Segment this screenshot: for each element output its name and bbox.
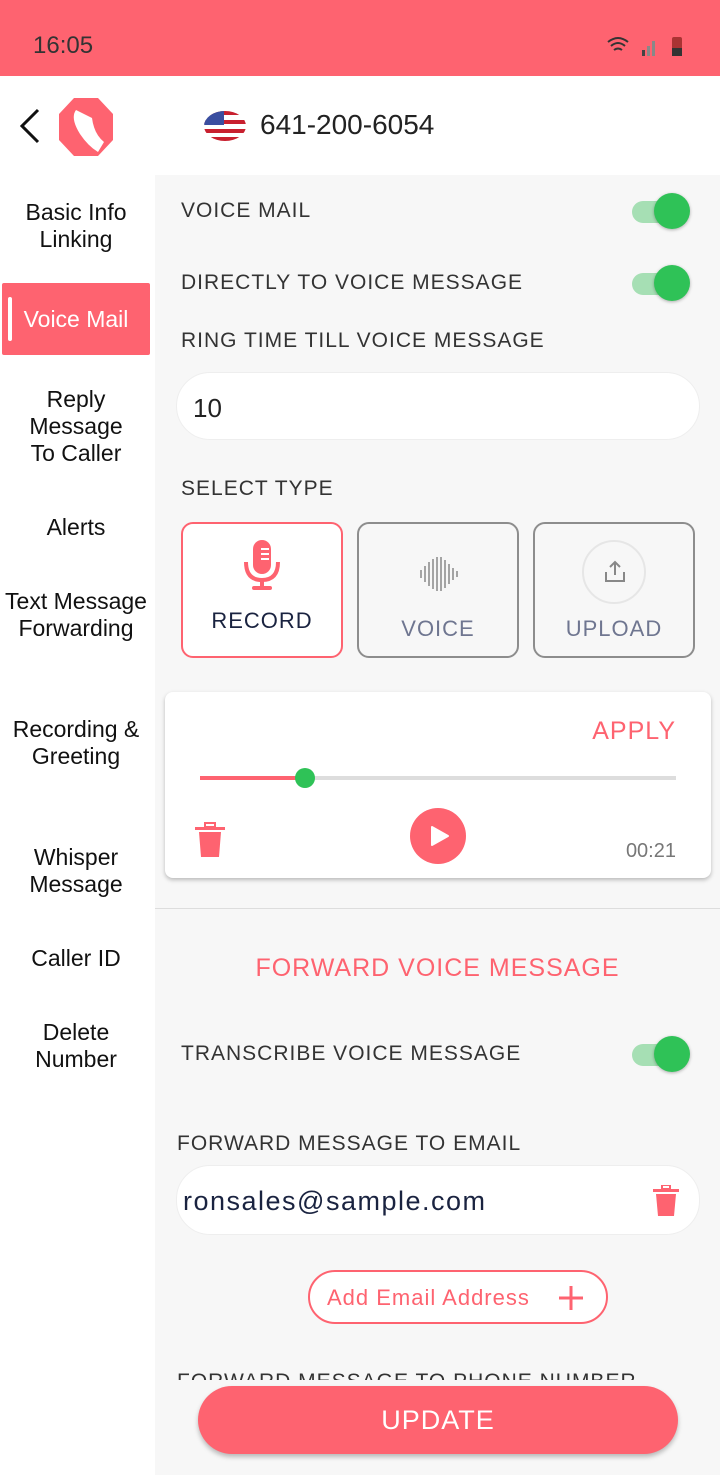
direct-voice-label: DIRECTLY TO VOICE MESSAGE — [181, 271, 524, 294]
sidebar-item-reply-message[interactable]: Reply Message To Caller — [2, 386, 150, 467]
ring-time-label: RING TIME TILL VOICE MESSAGE — [181, 329, 545, 352]
status-time: 16:05 — [33, 32, 94, 59]
seek-progress — [200, 776, 305, 780]
type-record-button[interactable]: RECORD — [181, 522, 343, 658]
add-email-label: Add Email Address — [327, 1285, 530, 1310]
transcribe-toggle[interactable] — [632, 1036, 690, 1072]
sidebar-item-recording-greeting[interactable]: Recording & Greeting — [2, 716, 150, 770]
sidebar-item-basic-info[interactable]: Basic Info Linking — [2, 199, 150, 253]
record-label: RECORD — [211, 608, 313, 633]
audio-player-card: APPLY 00:21 — [165, 692, 711, 878]
waveform-icon — [420, 557, 458, 591]
header: 641-200-6054 — [0, 76, 720, 175]
update-button[interactable]: UPDATE — [198, 1386, 678, 1454]
status-icons — [607, 37, 682, 56]
select-type-label: SELECT TYPE — [181, 477, 334, 500]
ring-time-value: 10 — [193, 393, 222, 423]
voice-mail-toggle[interactable] — [632, 193, 690, 229]
direct-voice-toggle[interactable] — [632, 265, 690, 301]
us-flag-icon — [204, 111, 246, 141]
active-indicator — [8, 297, 12, 341]
sidebar-item-alerts[interactable]: Alerts — [2, 514, 150, 541]
voice-mail-label: VOICE MAIL — [181, 199, 312, 222]
sidebar: Basic Info Linking Voice Mail Reply Mess… — [0, 175, 155, 1475]
audio-seek-bar[interactable] — [200, 768, 676, 788]
seek-handle[interactable] — [294, 768, 315, 788]
sidebar-item-delete-number[interactable]: Delete Number — [2, 1019, 150, 1073]
upload-icon — [582, 540, 646, 604]
forward-voice-title: FORWARD VOICE MESSAGE — [255, 954, 620, 982]
play-icon — [431, 826, 449, 846]
sidebar-item-text-forwarding[interactable]: Text Message Forwarding — [2, 588, 150, 642]
app-logo — [59, 98, 113, 156]
sidebar-item-caller-id[interactable]: Caller ID — [2, 945, 150, 972]
sidebar-item-voice-mail[interactable]: Voice Mail — [2, 283, 150, 355]
voice-label: VOICE — [401, 616, 475, 641]
transcribe-label: TRANSCRIBE VOICE MESSAGE — [181, 1042, 522, 1065]
email-input[interactable]: ronsales@sample.com — [176, 1165, 700, 1235]
sidebar-item-whisper[interactable]: Whisper Message — [2, 844, 150, 898]
upload-label: UPLOAD — [565, 616, 663, 641]
delete-recording-icon[interactable] — [195, 822, 225, 858]
back-icon[interactable] — [18, 108, 42, 144]
delete-email-icon[interactable] — [653, 1185, 679, 1217]
divider — [155, 908, 720, 909]
forward-phone-label: FORWARD MESSAGE TO PHONE NUMBER — [177, 1370, 637, 1380]
add-email-button[interactable]: Add Email Address — [308, 1270, 608, 1324]
microphone-icon — [244, 540, 280, 590]
email-value: ronsales@sample.com — [183, 1186, 487, 1216]
type-upload-button[interactable]: UPLOAD — [533, 522, 695, 658]
audio-duration: 00:21 — [625, 840, 676, 862]
status-bar: 16:05 — [0, 0, 720, 76]
forward-email-label: FORWARD MESSAGE TO EMAIL — [177, 1132, 522, 1155]
phone-label-clip: FORWARD MESSAGE TO PHONE NUMBER — [155, 1360, 720, 1380]
plus-icon — [559, 1286, 583, 1310]
apply-button[interactable]: APPLY — [592, 717, 676, 746]
phone-number: 641-200-6054 — [260, 109, 435, 140]
type-voice-button[interactable]: VOICE — [357, 522, 519, 658]
play-button[interactable] — [410, 808, 466, 864]
ring-time-input[interactable]: 10 — [176, 372, 700, 440]
sidebar-item-label: Voice Mail — [23, 306, 129, 332]
